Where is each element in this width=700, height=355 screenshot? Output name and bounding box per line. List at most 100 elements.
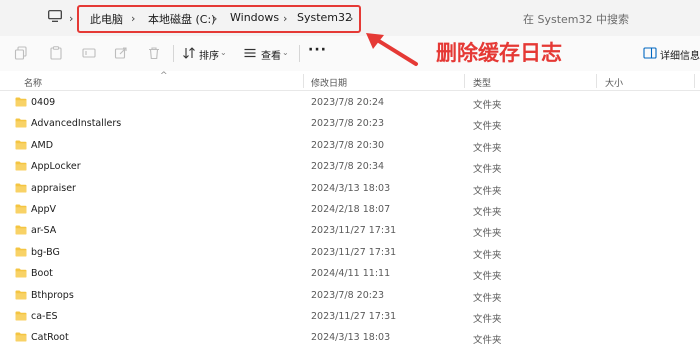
breadcrumb-item-this-pc[interactable]: 此电脑 <box>90 11 123 27</box>
column-header-row: ^ 名称 修改日期 类型 大小 <box>0 71 700 91</box>
view-icon[interactable] <box>243 46 257 60</box>
folder-icon <box>15 247 27 257</box>
column-header-modified[interactable]: 修改日期 <box>311 76 347 89</box>
chevron-right-icon[interactable]: › <box>131 12 135 25</box>
file-modified-date: 2023/11/27 17:31 <box>311 246 397 258</box>
file-modified-date: 2023/7/8 20:23 <box>311 289 385 301</box>
file-type: 文件夹 <box>473 292 502 304</box>
file-name[interactable]: 0409 <box>31 97 55 108</box>
details-pane-button[interactable]: 详细信息 <box>660 47 700 62</box>
chevron-down-icon[interactable]: ⌄ <box>282 48 289 57</box>
paste-icon[interactable] <box>49 46 63 60</box>
chevron-right-icon[interactable]: › <box>283 12 287 25</box>
file-name[interactable]: AppV <box>31 204 56 215</box>
toolbar-divider <box>299 45 300 62</box>
chevron-right-icon[interactable]: › <box>213 12 217 25</box>
folder-icon <box>15 118 27 128</box>
file-modified-date: 2024/4/11 11:11 <box>311 268 391 280</box>
folder-icon <box>15 332 27 342</box>
file-type: 文件夹 <box>473 271 502 283</box>
file-modified-date: 2024/2/18 18:07 <box>311 203 391 215</box>
file-name[interactable]: ar-SA <box>31 225 56 236</box>
column-divider[interactable] <box>694 74 695 88</box>
table-row[interactable]: ca-ES 2023/11/27 17:31 文件夹 <box>0 306 700 327</box>
file-modified-date: 2023/11/27 17:31 <box>311 225 397 237</box>
file-name[interactable]: AppLocker <box>31 161 81 172</box>
sort-button[interactable]: 排序 <box>199 47 219 62</box>
file-modified-date: 2023/11/27 17:31 <box>311 310 397 322</box>
file-modified-date: 2024/3/13 18:03 <box>311 182 391 194</box>
file-type: 文件夹 <box>473 164 502 176</box>
table-row[interactable]: appraiser 2024/3/13 18:03 文件夹 <box>0 178 700 199</box>
details-pane-icon[interactable] <box>643 46 657 60</box>
file-name[interactable]: AdvancedInstallers <box>31 118 121 129</box>
delete-icon[interactable] <box>147 46 161 60</box>
file-type: 文件夹 <box>473 249 502 261</box>
file-name[interactable]: Bthprops <box>31 290 74 301</box>
file-type: 文件夹 <box>473 206 502 218</box>
folder-icon <box>15 140 27 150</box>
file-modified-date: 2023/7/8 20:24 <box>311 97 385 108</box>
chevron-right-icon[interactable]: › <box>69 12 73 25</box>
file-list: 0409 2023/7/8 20:24 文件夹 AdvancedInstallers 2… <box>0 92 700 349</box>
breadcrumb-item-windows[interactable]: Windows <box>230 11 279 24</box>
column-divider[interactable] <box>464 74 465 88</box>
file-type: 文件夹 <box>473 335 502 347</box>
rename-icon[interactable] <box>82 46 96 60</box>
file-name[interactable]: CatRoot <box>31 332 69 343</box>
file-type: 文件夹 <box>473 121 502 133</box>
table-row[interactable]: Boot 2024/4/11 11:11 文件夹 <box>0 263 700 284</box>
table-row[interactable]: AdvancedInstallers 2023/7/8 20:23 文件夹 <box>0 113 700 134</box>
file-type: 文件夹 <box>473 228 502 240</box>
file-name[interactable]: bg-BG <box>31 247 60 258</box>
folder-icon <box>15 225 27 235</box>
column-divider[interactable] <box>303 74 304 88</box>
chevron-right-icon[interactable]: › <box>349 12 353 25</box>
file-name[interactable]: ca-ES <box>31 311 58 322</box>
folder-icon <box>15 97 27 107</box>
sort-icon[interactable] <box>182 46 196 60</box>
file-type: 文件夹 <box>473 142 502 154</box>
column-header-type[interactable]: 类型 <box>473 76 491 89</box>
sort-indicator-icon: ^ <box>160 71 168 81</box>
toolbar-divider <box>173 45 174 62</box>
command-bar: 排序 ⌄ 查看 ⌄ ··· 详细信息 <box>0 36 700 71</box>
file-modified-date: 2023/7/8 20:23 <box>311 118 385 130</box>
copy-icon[interactable] <box>14 46 28 60</box>
more-options-button[interactable]: ··· <box>308 42 327 58</box>
folder-icon <box>15 161 27 171</box>
table-row[interactable]: AppV 2024/2/18 18:07 文件夹 <box>0 199 700 220</box>
table-row[interactable]: CatRoot 2024/3/13 18:03 文件夹 <box>0 327 700 348</box>
column-header-size[interactable]: 大小 <box>605 76 623 89</box>
view-button[interactable]: 查看 <box>261 47 281 62</box>
search-input[interactable]: 在 System32 中搜索 <box>523 11 629 27</box>
folder-icon <box>15 311 27 321</box>
file-modified-date: 2023/7/8 20:34 <box>311 161 385 173</box>
computer-icon[interactable] <box>48 10 62 22</box>
breadcrumb-item-local-disk[interactable]: 本地磁盘 (C:) <box>148 11 215 27</box>
annotation-text: 删除缓存日志 <box>436 41 562 65</box>
chevron-down-icon[interactable]: ⌄ <box>220 48 227 57</box>
breadcrumb-item-system32[interactable]: System32 <box>297 11 352 24</box>
file-modified-date: 2024/3/13 18:03 <box>311 332 391 344</box>
file-modified-date: 2023/7/8 20:30 <box>311 139 385 151</box>
table-row[interactable]: ar-SA 2023/11/27 17:31 文件夹 <box>0 220 700 241</box>
table-row[interactable]: AppLocker 2023/7/8 20:34 文件夹 <box>0 156 700 177</box>
file-type: 文件夹 <box>473 313 502 325</box>
file-name[interactable]: AMD <box>31 140 53 151</box>
folder-icon <box>15 183 27 193</box>
file-name[interactable]: Boot <box>31 268 53 279</box>
table-row[interactable]: 0409 2023/7/8 20:24 文件夹 <box>0 92 700 113</box>
table-row[interactable]: Bthprops 2023/7/8 20:23 文件夹 <box>0 285 700 306</box>
table-row[interactable]: AMD 2023/7/8 20:30 文件夹 <box>0 135 700 156</box>
folder-icon <box>15 204 27 214</box>
folder-icon <box>15 268 27 278</box>
column-header-name[interactable]: 名称 <box>24 76 42 89</box>
table-row[interactable]: bg-BG 2023/11/27 17:31 文件夹 <box>0 242 700 263</box>
share-icon[interactable] <box>114 46 128 60</box>
folder-icon <box>15 290 27 300</box>
file-name[interactable]: appraiser <box>31 183 76 194</box>
annotation-arrow <box>366 33 418 66</box>
column-divider[interactable] <box>596 74 597 88</box>
file-type: 文件夹 <box>473 185 502 197</box>
